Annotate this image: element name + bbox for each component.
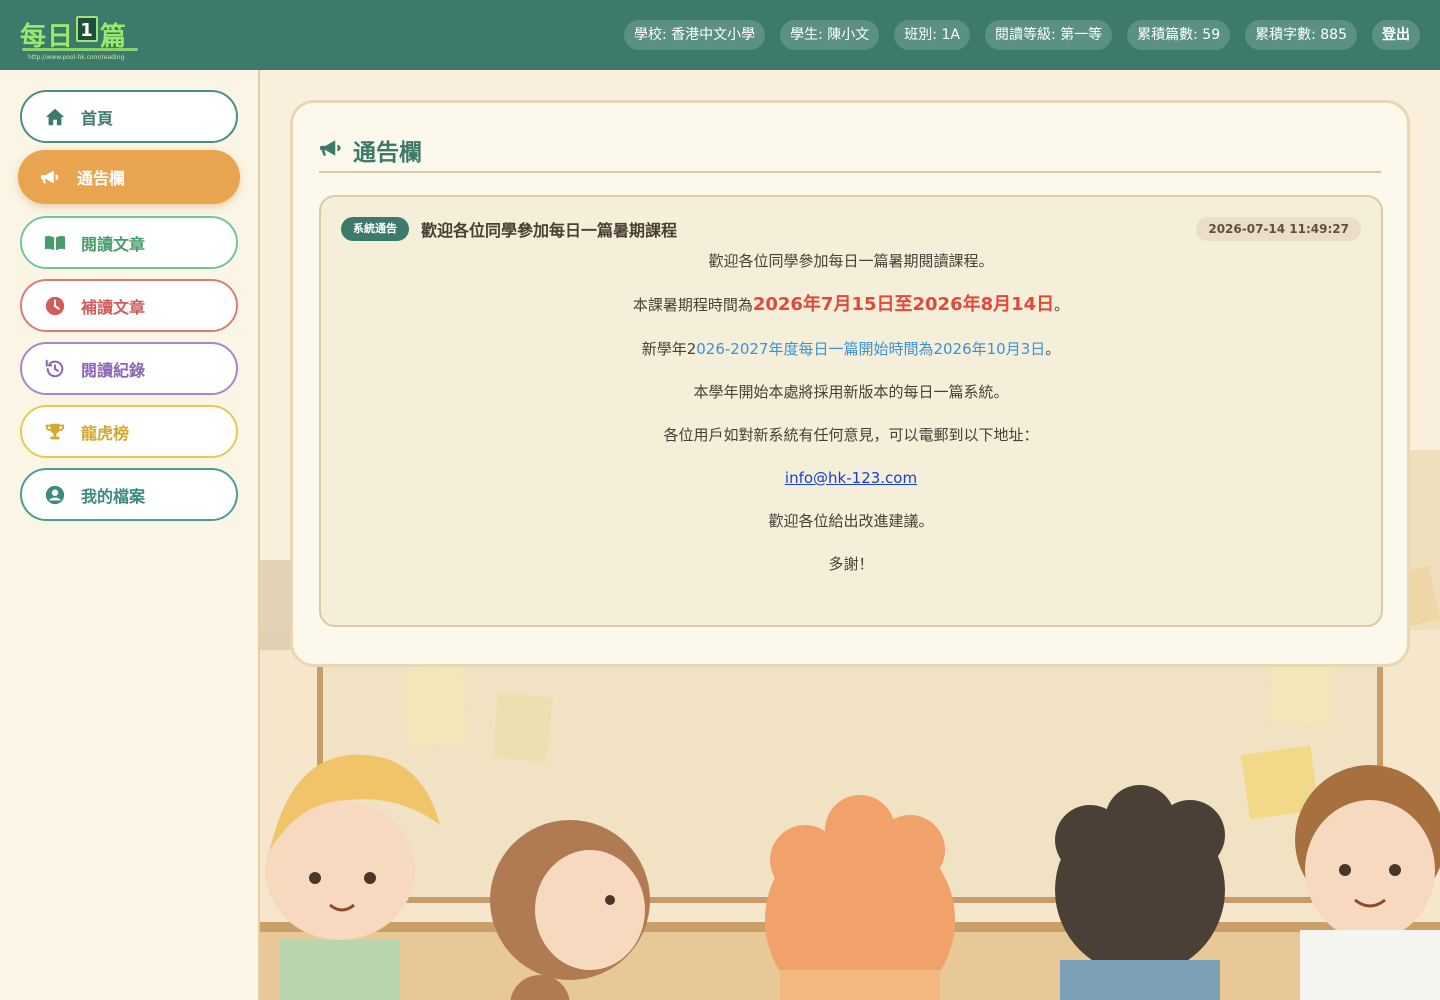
logo-number: 1 [76,16,99,42]
sidebar-item-home[interactable]: 首頁 [20,90,238,143]
sidebar-item-label: 通告欄 [77,169,126,188]
notice-line-text: 。 [1054,296,1070,314]
logo-url: http://www.pool-hk.com/reading [28,54,125,61]
user-info-bar: 學校: 香港中文小學 學生: 陳小文 班別: 1A 閱讀等級: 第一等 累積篇數… [623,20,1420,50]
page-title: 通告欄 [353,140,422,166]
top-bar: 每日 1 篇 http://www.pool-hk.com/reading 學校: … [0,0,1440,70]
sidebar-item-label: 閱讀文章 [81,234,146,254]
sidebar-item-label: 龍虎榜 [81,423,130,443]
notice-timestamp: 2026-07-14 11:49:27 [1196,217,1361,241]
logo-underline [22,48,138,51]
notice-body: 歡迎各位同學參加每日一篇暑期閱讀課程。 本課暑期程時間為2026年7月15日至2… [341,251,1361,574]
notice-card: 系統通告 歡迎各位同學參加每日一篇暑期課程 2026-07-14 11:49:2… [319,195,1383,627]
notice-line-dates: 本課暑期程時間為2026年7月15日至2026年8月14日。 [341,295,1361,315]
sidebar-item-label: 閱讀紀錄 [81,360,146,380]
clock-icon [44,295,66,317]
notice-title: 歡迎各位同學參加每日一篇暑期課程 [421,221,678,240]
sidebar-item-label: 我的檔案 [81,486,146,506]
trophy-icon [44,421,66,443]
notice-line: 歡迎各位給出改進建議。 [768,512,934,530]
megaphone-icon [40,166,62,188]
notice-line: 各位用戶如對新系統有任何意見，可以電郵到以下地址： [663,426,1039,444]
reading-level-pill: 閱讀等級: 第一等 [984,20,1113,50]
school-pill: 學校: 香港中文小學 [623,20,766,50]
notice-line-new-year: 新學年2026-2027年度每日一篇開始時間為2026年10月3日。 [341,339,1361,359]
notice-line-text: 本課暑期程時間為 [632,296,753,314]
book-icon [44,232,66,254]
word-count-pill: 累積字數: 885 [1245,20,1357,50]
sidebar-item-leaderboard[interactable]: 龍虎榜 [20,405,238,458]
notice-line-text: 新學年2 [641,340,697,358]
class-pill: 班別: 1A [894,20,970,50]
main-content: 通告欄 系統通告 歡迎各位同學參加每日一篇暑期課程 2026-07-14 11:… [260,70,1440,1000]
notice-line: 歡迎各位同學參加每日一篇暑期閱讀課程。 [708,252,994,270]
email-link[interactable]: info@hk-123.com [785,469,917,487]
sidebar-item-notice-board[interactable]: 通告欄 [18,150,240,204]
sidebar-item-reading-record[interactable]: 閱讀紀錄 [20,342,238,395]
sidebar-item-read-articles[interactable]: 閱讀文章 [20,216,238,269]
history-icon [44,358,66,380]
sidebar-item-my-profile[interactable]: 我的檔案 [20,468,238,521]
article-count-pill: 累積篇數: 59 [1127,20,1231,50]
notice-line: 本學年開始本處將採用新版本的每日一篇系統。 [693,383,1009,401]
summer-dates-highlight: 2026年7月15日至2026年8月14日 [752,294,1055,315]
notice-type-badge: 系統通告 [341,217,409,241]
sidebar-item-label: 補讀文章 [81,297,146,317]
megaphone-icon [319,135,345,165]
sidebar-item-label: 首頁 [81,108,114,128]
notice-board-panel: 通告欄 系統通告 歡迎各位同學參加每日一篇暑期課程 2026-07-14 11:… [290,100,1410,667]
home-icon [44,106,66,128]
new-year-highlight: 026-2027年度每日一篇開始時間為2026年10月3日 [696,340,1046,358]
sidebar: 首頁 通告欄 閱讀文章 補讀文章 閱讀紀錄 龍虎榜 我的檔案 [0,70,260,1000]
notice-line-email: info@hk-123.com [341,468,1361,488]
logout-button[interactable]: 登出 [1372,20,1420,50]
notice-header: 系統通告 歡迎各位同學參加每日一篇暑期課程 2026-07-14 11:49:2… [341,215,1361,243]
notice-line-text: 。 [1045,340,1061,358]
panel-header: 通告欄 [319,129,1381,173]
notice-line: 多謝！ [828,555,874,573]
student-pill: 學生: 陳小文 [780,20,880,50]
user-circle-icon [44,484,66,506]
site-logo[interactable]: 每日 1 篇 http://www.pool-hk.com/reading [20,10,140,61]
sidebar-item-makeup-reading[interactable]: 補讀文章 [20,279,238,332]
